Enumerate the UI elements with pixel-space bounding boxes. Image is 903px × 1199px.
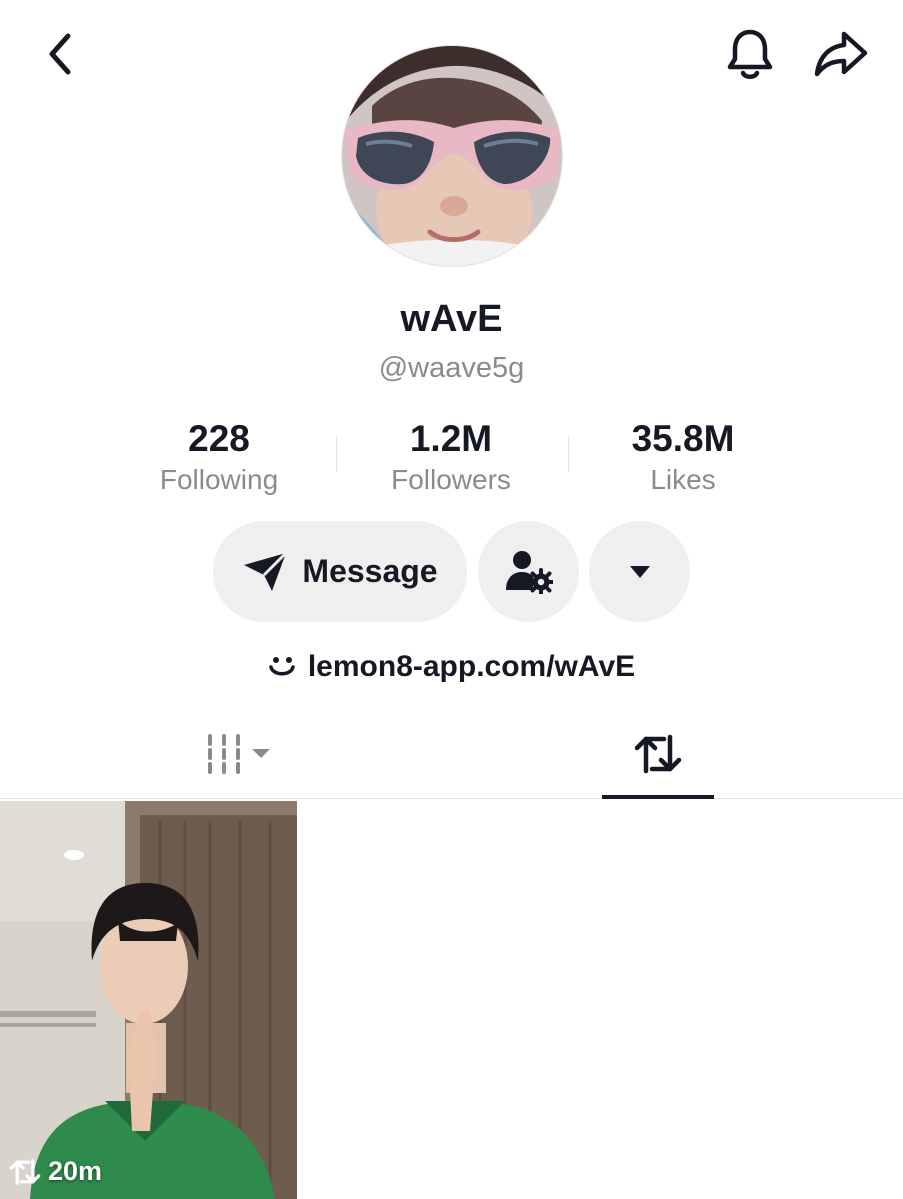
likes-count: 35.8M: [631, 418, 735, 459]
video-preview-image: [0, 801, 297, 1199]
share-button[interactable]: [808, 22, 874, 86]
video-thumbnail[interactable]: 20m: [0, 801, 297, 1199]
video-grid: 20m: [0, 801, 903, 1199]
username: @waave5g: [378, 352, 525, 384]
repost-icon: [634, 734, 682, 774]
chevron-left-icon: [49, 33, 71, 75]
notification-bell-button[interactable]: [718, 22, 782, 86]
following-label: Following: [159, 464, 279, 495]
active-tab-indicator: [602, 795, 714, 799]
lemon8-smile-icon: [269, 657, 295, 676]
followers-label: Followers: [391, 464, 511, 495]
bell-icon: [727, 29, 773, 79]
stat-following[interactable]: 228 Following: [119, 418, 319, 498]
profile-avatar[interactable]: [341, 45, 563, 267]
content-tabs: [0, 710, 903, 799]
display-name: wAvE: [400, 298, 503, 340]
avatar-image: [342, 46, 562, 266]
message-button[interactable]: Message: [213, 521, 467, 622]
bio-link-text: lemon8-app.com/wAvE: [307, 650, 636, 683]
back-button[interactable]: [30, 24, 90, 84]
repost-small-icon: [9, 1158, 41, 1185]
followers-count: 1.2M: [409, 418, 493, 459]
stat-divider: [336, 436, 337, 472]
following-count: 228: [188, 418, 250, 459]
stat-followers[interactable]: 1.2M Followers: [351, 418, 551, 498]
profile-stats: 228 Following 1.2M Followers 35.8M Likes: [0, 418, 903, 498]
tab-reposts[interactable]: [602, 710, 714, 798]
more-options-button[interactable]: [589, 521, 690, 622]
stat-divider: [568, 436, 569, 472]
likes-label: Likes: [650, 464, 716, 495]
share-arrow-icon: [814, 31, 868, 77]
video-meta: 20m: [8, 1156, 102, 1187]
profile-actions: Message: [0, 521, 903, 623]
repost-time: 20m: [48, 1156, 103, 1186]
bio-link[interactable]: lemon8-app.com/wAvE: [0, 646, 903, 688]
message-button-label: Message: [302, 553, 438, 589]
follow-settings-button[interactable]: [478, 521, 579, 622]
tab-videos[interactable]: [180, 710, 300, 798]
grid-filter-icon: [208, 734, 270, 774]
user-gear-icon: [505, 550, 553, 594]
caret-down-icon: [629, 565, 650, 578]
stat-likes[interactable]: 35.8M Likes: [583, 418, 783, 498]
paper-plane-icon: [244, 551, 288, 591]
